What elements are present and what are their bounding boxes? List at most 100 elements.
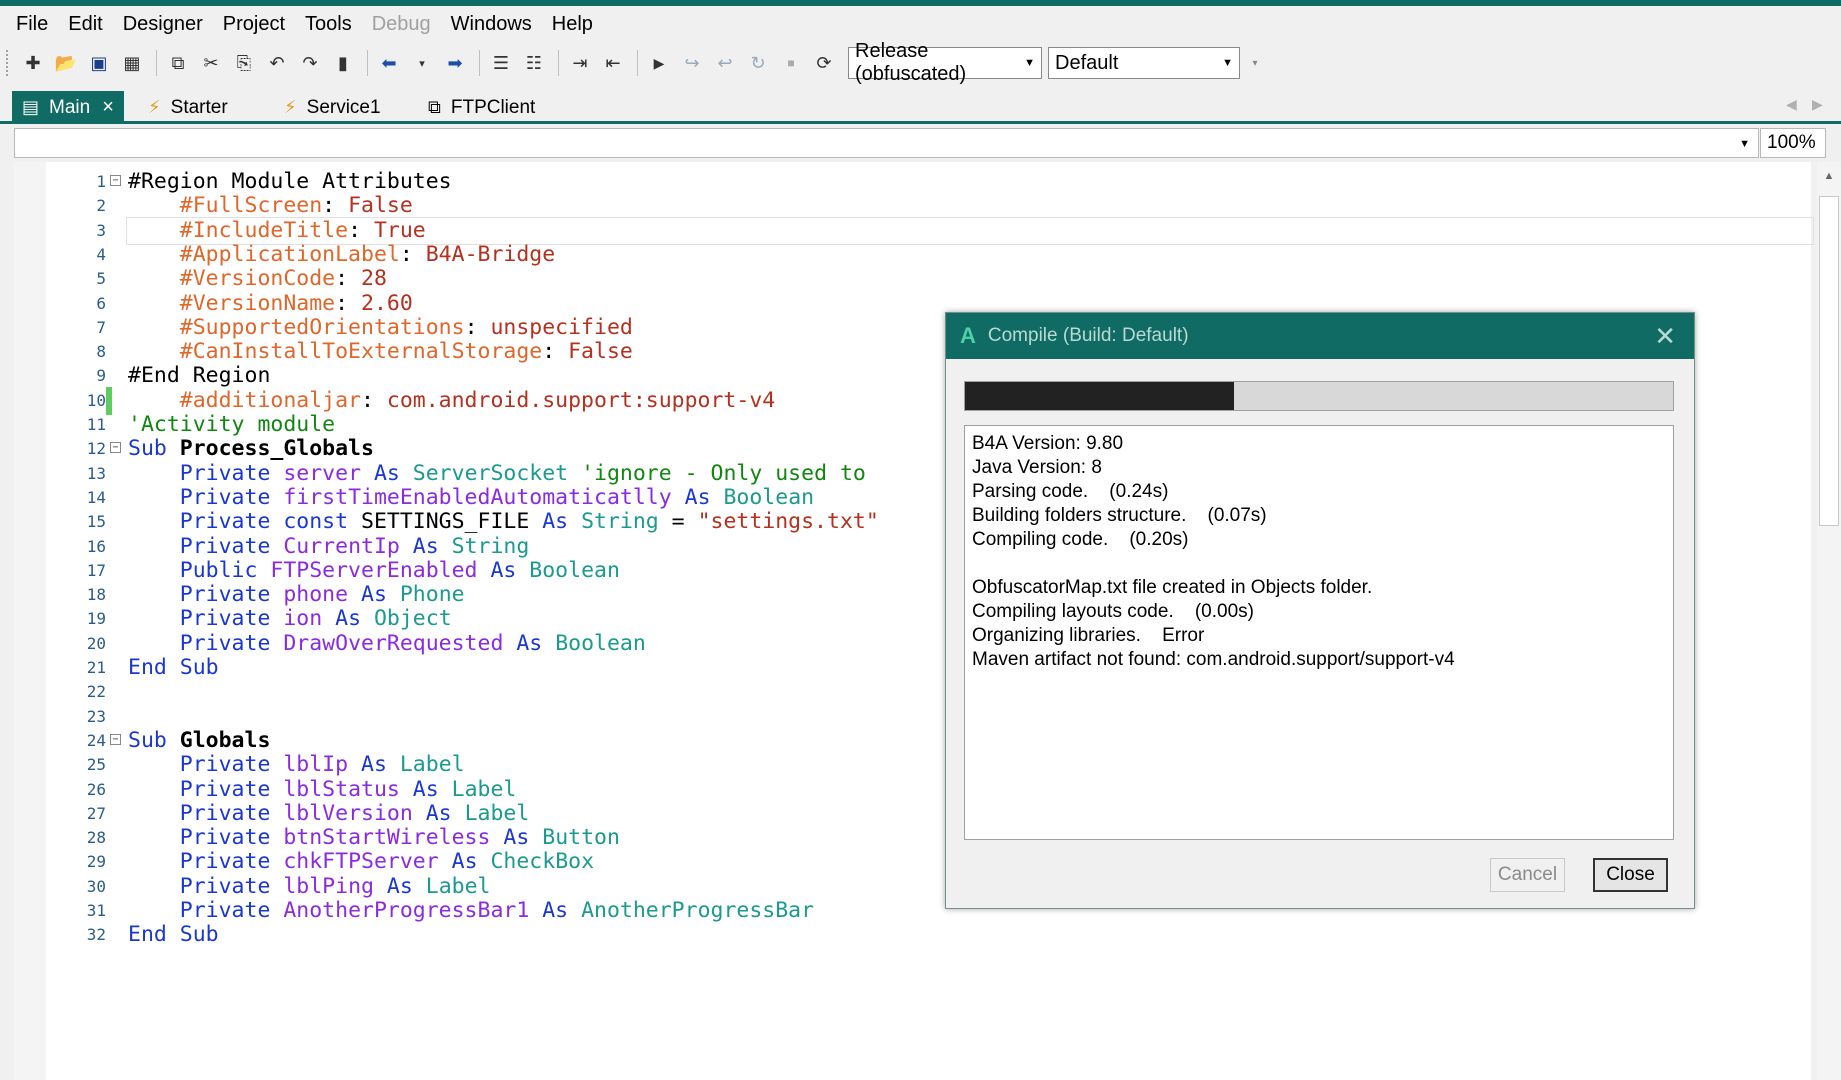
compile-log[interactable]: B4A Version: 9.80 Java Version: 8 Parsing … (964, 425, 1674, 840)
code-token: ServerSocket (412, 460, 582, 486)
code-token: Label (464, 800, 530, 826)
toolbar-separator (156, 50, 157, 76)
code-token: "settings.txt" (697, 509, 879, 535)
new-module-icon[interactable]: ✚ (18, 48, 48, 78)
code-token: phone (283, 582, 362, 608)
comment-icon[interactable]: ⇥ (565, 48, 595, 78)
indent-icon[interactable]: ☰ (486, 48, 516, 78)
back-icon[interactable]: ⬅ (374, 48, 404, 78)
redo-icon[interactable]: ↷ (295, 48, 325, 78)
tab-starter[interactable]: ⚡ Starter (138, 91, 238, 124)
close-icon[interactable]: × (102, 96, 114, 119)
log-line: Java Version: 8 (972, 457, 1102, 478)
code-token: server (283, 460, 374, 486)
log-line: Compiling code. (0.20s) (972, 529, 1189, 550)
code-token: AnotherProgressBar1 (283, 898, 543, 923)
code-token: CurrentIp (283, 533, 413, 559)
outdent-icon[interactable]: ☷ (519, 48, 549, 78)
dialog-title-bar[interactable]: A Compile (Build: Default) ✕ (946, 313, 1694, 359)
code-token: As (425, 800, 465, 826)
build-config-select[interactable]: Release (obfuscated) ▼ (848, 40, 1042, 85)
scroll-up-icon[interactable]: ▲ (1820, 170, 1838, 184)
code-token: Private const (179, 509, 361, 535)
save-icon[interactable]: ▣ (84, 48, 114, 78)
code-token: Private (179, 582, 284, 608)
editor-left-margin (0, 162, 14, 1080)
undo-icon[interactable]: ↶ (262, 48, 292, 78)
restart-icon[interactable]: ⟳ (809, 48, 839, 78)
breakpoint-gutter[interactable] (14, 162, 46, 1080)
code-token: String (451, 533, 530, 559)
paste-icon[interactable]: ⎘ (229, 48, 259, 78)
close-icon[interactable]: ✕ (1654, 321, 1676, 352)
tab-ftpclient[interactable]: ⧉ FTPClient (418, 91, 545, 124)
subs-dropdown[interactable]: ▼ (14, 128, 1759, 158)
menu-debug[interactable]: Debug (362, 6, 441, 42)
code-token: 2.60 (361, 290, 413, 316)
zoom-field[interactable]: 100% (1760, 128, 1826, 158)
code-token: CheckBox (490, 849, 595, 875)
code-token: lblVersion (283, 800, 426, 826)
menu-windows[interactable]: Windows (441, 6, 542, 42)
back-dropdown-icon[interactable]: ▾ (407, 48, 437, 78)
step-icon[interactable]: ↪ (677, 48, 707, 78)
copy-icon[interactable]: ⧉ (163, 48, 193, 78)
stop-icon[interactable]: ■ (776, 48, 806, 78)
fold-toggle-icon[interactable]: − (110, 442, 121, 454)
code-token: As (451, 849, 491, 875)
build-target-select[interactable]: Default ▼ (1048, 47, 1240, 79)
step-over-icon[interactable]: ↻ (743, 48, 773, 78)
code-line[interactable]: 32 End Sub (46, 921, 1826, 949)
forward-icon[interactable]: ➡ (440, 48, 470, 78)
tab-service1[interactable]: ⚡ Service1 (274, 91, 391, 124)
menu-designer[interactable]: Designer (113, 6, 213, 42)
service-icon: ⚡ (284, 97, 297, 117)
toolbar-grip[interactable] (6, 50, 10, 76)
tab-label: Service1 (306, 96, 381, 118)
code-token: False (348, 193, 413, 219)
code-token: As (516, 630, 556, 656)
menu-help[interactable]: Help (542, 6, 603, 42)
code-token: : (399, 241, 426, 267)
code-token: #ApplicationLabel (179, 241, 400, 267)
menu-edit[interactable]: Edit (58, 6, 112, 42)
code-token: As (335, 606, 374, 632)
open-icon[interactable]: 📂 (51, 48, 81, 78)
tab-main[interactable]: ▤ Main × (12, 91, 124, 124)
save-all-icon[interactable]: ▦ (117, 48, 147, 78)
cancel-button[interactable]: Cancel (1490, 858, 1565, 892)
tab-scroll-right-icon[interactable]: ▶ (1812, 96, 1823, 113)
close-button[interactable]: Close (1593, 858, 1668, 892)
menu-file[interactable]: File (6, 6, 58, 42)
step-into-icon[interactable]: ↩ (710, 48, 740, 78)
toolbar-separator (558, 50, 559, 76)
code-token: 'ignore - Only used to (581, 460, 866, 486)
uncomment-icon[interactable]: ⇤ (598, 48, 628, 78)
vertical-scrollbar[interactable]: ▲ (1817, 162, 1841, 1080)
chevron-down-icon: ▼ (1739, 138, 1750, 150)
code-token: String (581, 509, 672, 535)
bookmark-icon[interactable]: ▮ (328, 48, 358, 78)
code-token: btnStartWireless (283, 825, 504, 851)
code-token: #VersionCode (179, 266, 336, 292)
tab-scroll-left-icon[interactable]: ◀ (1786, 96, 1797, 113)
menu-tools[interactable]: Tools (295, 6, 362, 42)
code-token: Private (179, 849, 284, 875)
toolbar-overflow-icon[interactable]: ▾ (1240, 48, 1270, 78)
fold-toggle-icon[interactable]: − (110, 733, 121, 745)
run-icon[interactable]: ▶ (644, 48, 674, 78)
scrollbar-thumb[interactable] (1819, 196, 1839, 526)
module-icon: ▤ (22, 97, 40, 117)
fold-toggle-icon[interactable]: − (110, 175, 121, 186)
code-token: firstTimeEnabledAutomaticatlly (283, 484, 685, 510)
cut-icon[interactable]: ✂ (196, 48, 226, 78)
chevron-down-icon: ▼ (1222, 57, 1233, 69)
menu-project[interactable]: Project (213, 6, 295, 42)
